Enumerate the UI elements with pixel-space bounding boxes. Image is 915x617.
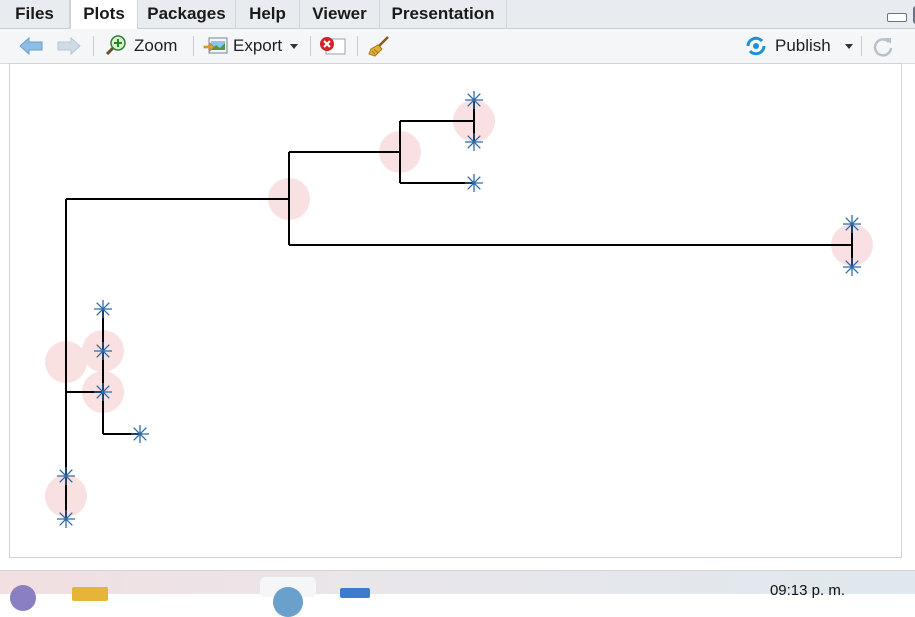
toolbar-separator bbox=[861, 36, 862, 56]
tab-plots[interactable]: Plots bbox=[70, 0, 138, 29]
export-label: Export bbox=[233, 36, 283, 55]
tab-packages[interactable]: Packages bbox=[138, 0, 236, 28]
pane-tab-bar: Files Plots Packages Help Viewer Present… bbox=[0, 0, 915, 29]
tree-edges bbox=[65, 100, 853, 519]
taskbar-clock: 09:13 p. m. bbox=[769, 582, 845, 599]
folder-icon[interactable] bbox=[72, 587, 108, 601]
taskbar-app-icon[interactable] bbox=[10, 585, 36, 611]
highlight-circles bbox=[45, 100, 873, 517]
publish-button[interactable]: Publish bbox=[744, 29, 853, 63]
tab-presentation[interactable]: Presentation bbox=[380, 0, 507, 28]
publish-icon bbox=[746, 36, 766, 56]
leaf-marker bbox=[131, 425, 149, 443]
export-image-icon bbox=[203, 37, 228, 54]
leaf-marker bbox=[843, 215, 861, 233]
publish-label: Publish bbox=[775, 36, 831, 55]
toolbar-separator bbox=[310, 36, 311, 56]
leaf-marker bbox=[465, 174, 483, 192]
os-taskbar: 09:13 p. m. bbox=[0, 570, 915, 617]
refresh-button[interactable] bbox=[871, 29, 895, 63]
active-app-tile[interactable] bbox=[260, 577, 316, 617]
tab-files-label: Files bbox=[15, 4, 54, 23]
tab-packages-label: Packages bbox=[147, 4, 226, 23]
arrow-left-icon bbox=[19, 36, 43, 56]
clear-all-plots-button[interactable] bbox=[367, 29, 391, 63]
leaf-marker bbox=[94, 383, 112, 401]
tab-help-label: Help bbox=[249, 4, 286, 23]
plots-toolbar: Zoom Export Publish bbox=[0, 29, 915, 64]
tab-presentation-label: Presentation bbox=[391, 4, 495, 23]
tab-help[interactable]: Help bbox=[236, 0, 300, 28]
forward-button[interactable] bbox=[56, 29, 82, 63]
chevron-down-icon bbox=[290, 43, 299, 49]
remove-plot-button[interactable] bbox=[318, 29, 348, 63]
tab-viewer-label: Viewer bbox=[312, 4, 367, 23]
leaf-markers bbox=[57, 91, 861, 528]
tab-plots-label: Plots bbox=[83, 4, 125, 23]
calendar-icon[interactable] bbox=[340, 588, 370, 598]
tab-files[interactable]: Files bbox=[0, 0, 70, 28]
chevron-down-icon bbox=[844, 43, 853, 49]
zoom-button[interactable]: Zoom bbox=[104, 29, 177, 63]
tab-viewer[interactable]: Viewer bbox=[300, 0, 380, 28]
toolbar-separator bbox=[93, 36, 94, 56]
plot-viewer bbox=[9, 63, 902, 558]
leaf-marker bbox=[94, 342, 112, 360]
arrow-right-icon bbox=[57, 36, 81, 56]
back-button[interactable] bbox=[18, 29, 44, 63]
minimize-pane-button[interactable] bbox=[887, 13, 907, 22]
leaf-marker bbox=[465, 133, 483, 151]
broom-icon bbox=[368, 36, 389, 57]
zoom-icon bbox=[105, 35, 126, 56]
toolbar-separator bbox=[357, 36, 358, 56]
r-studio-icon bbox=[273, 587, 303, 617]
tree-plot bbox=[45, 91, 873, 528]
remove-plot-icon bbox=[320, 37, 346, 55]
leaf-marker bbox=[843, 258, 861, 276]
export-button[interactable]: Export bbox=[203, 29, 299, 63]
refresh-icon bbox=[873, 38, 893, 57]
leaf-marker bbox=[94, 300, 112, 318]
toolbar-separator bbox=[193, 36, 194, 56]
zoom-label: Zoom bbox=[134, 36, 178, 55]
